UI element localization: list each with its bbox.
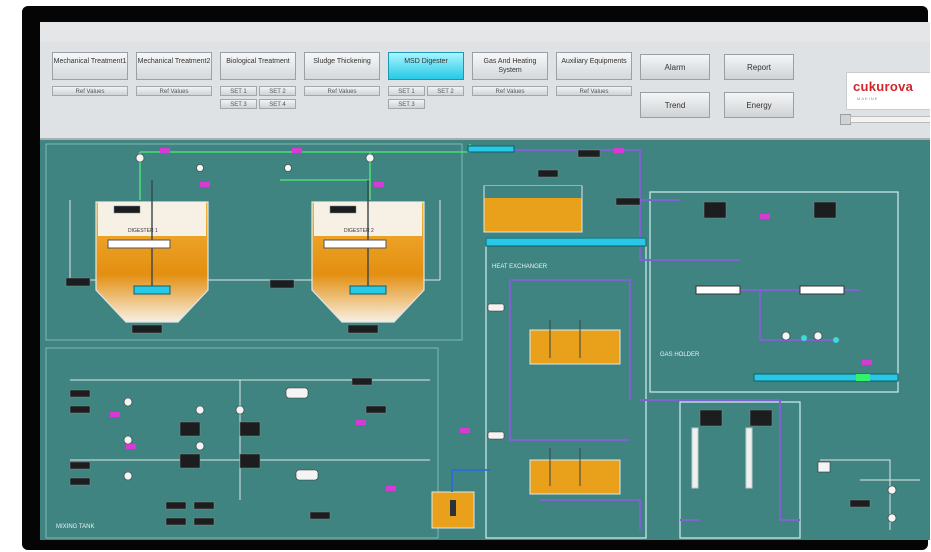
ref-values-button[interactable]: Ref Values [556,86,632,96]
ref-values-button[interactable]: Ref Values [136,86,212,96]
report-button[interactable]: Report [724,54,794,80]
energy-button[interactable]: Energy [724,92,794,118]
set1-button[interactable]: SET 1 [388,86,425,96]
digester-2[interactable]: DIGESTER 2 [311,180,425,323]
nav-mechanical-treatment1-button[interactable]: Mechanical Treatment1 [52,52,128,80]
set2-button[interactable]: SET 2 [259,86,296,96]
set3-button[interactable]: SET 3 [388,99,425,109]
trend-button[interactable]: Trend [640,92,710,118]
nav-gas-heating-button[interactable]: Gas And Heating System [472,52,548,80]
level-gauge-2 [799,285,845,295]
gas-panel-label: GAS HOLDER [660,352,700,358]
gas-pipes [139,144,471,200]
nav-biological-treatment-button[interactable]: Biological Treatment [220,52,296,80]
nav-msd-digester-button[interactable]: MSD Digester [388,52,464,80]
window-titlebar [40,22,930,43]
gas-holder-tank[interactable] [483,185,583,233]
nav-auxiliary-equipments-button[interactable]: Auxiliary Equipments [556,52,632,80]
heating-header-bar [485,237,647,247]
zoom-slider[interactable] [840,114,930,125]
mixing-panel-label: MIXING TANK [56,524,94,530]
gas-header-bar [753,373,899,382]
ref-values-button[interactable]: Ref Values [304,86,380,96]
set3-button[interactable]: SET 3 [220,99,257,109]
ref-values-button[interactable]: Ref Values [472,86,548,96]
filter-column-1 [691,427,699,489]
mixing-area-panel [45,347,439,539]
level-gauge-1 [695,285,741,295]
heat-exchanger-tank-2[interactable] [529,448,621,495]
heating-panel-label: HEAT EXCHANGER [492,264,548,270]
digester-1-label: DIGESTER 1 [128,228,158,234]
nav-sludge-thickening-button[interactable]: Sludge Thickening [304,52,380,80]
company-logo: cukurova MAKINE [846,72,930,110]
digester-2-label: DIGESTER 2 [344,228,374,234]
set1-button[interactable]: SET 1 [220,86,257,96]
logo-subtitle: MAKINE [857,96,879,101]
sump-tank[interactable] [431,469,490,529]
top-toolbar: Mechanical Treatment1 Ref Values Mechani… [40,42,930,140]
set2-button[interactable]: SET 2 [427,86,464,96]
filter-column-2 [745,427,753,489]
ref-values-button[interactable]: Ref Values [52,86,128,96]
status-indicator [856,374,870,381]
nav-mechanical-treatment2-button[interactable]: Mechanical Treatment2 [136,52,212,80]
slider-track [850,116,930,123]
set4-button[interactable]: SET 4 [259,99,296,109]
scada-screen: Mechanical Treatment1 Ref Values Mechani… [40,22,930,540]
heat-exchanger-tank-1[interactable] [529,320,621,365]
gas-area-panel [649,191,899,393]
logo-brand: cukurova [853,79,914,94]
alarm-button[interactable]: Alarm [640,54,710,80]
process-diagram: DIGESTER 1 DIGESTER 2 GAS HOLDER HEAT EX… [45,143,920,539]
top-header-bar [467,145,515,153]
digester-1[interactable]: DIGESTER 1 [95,180,209,323]
